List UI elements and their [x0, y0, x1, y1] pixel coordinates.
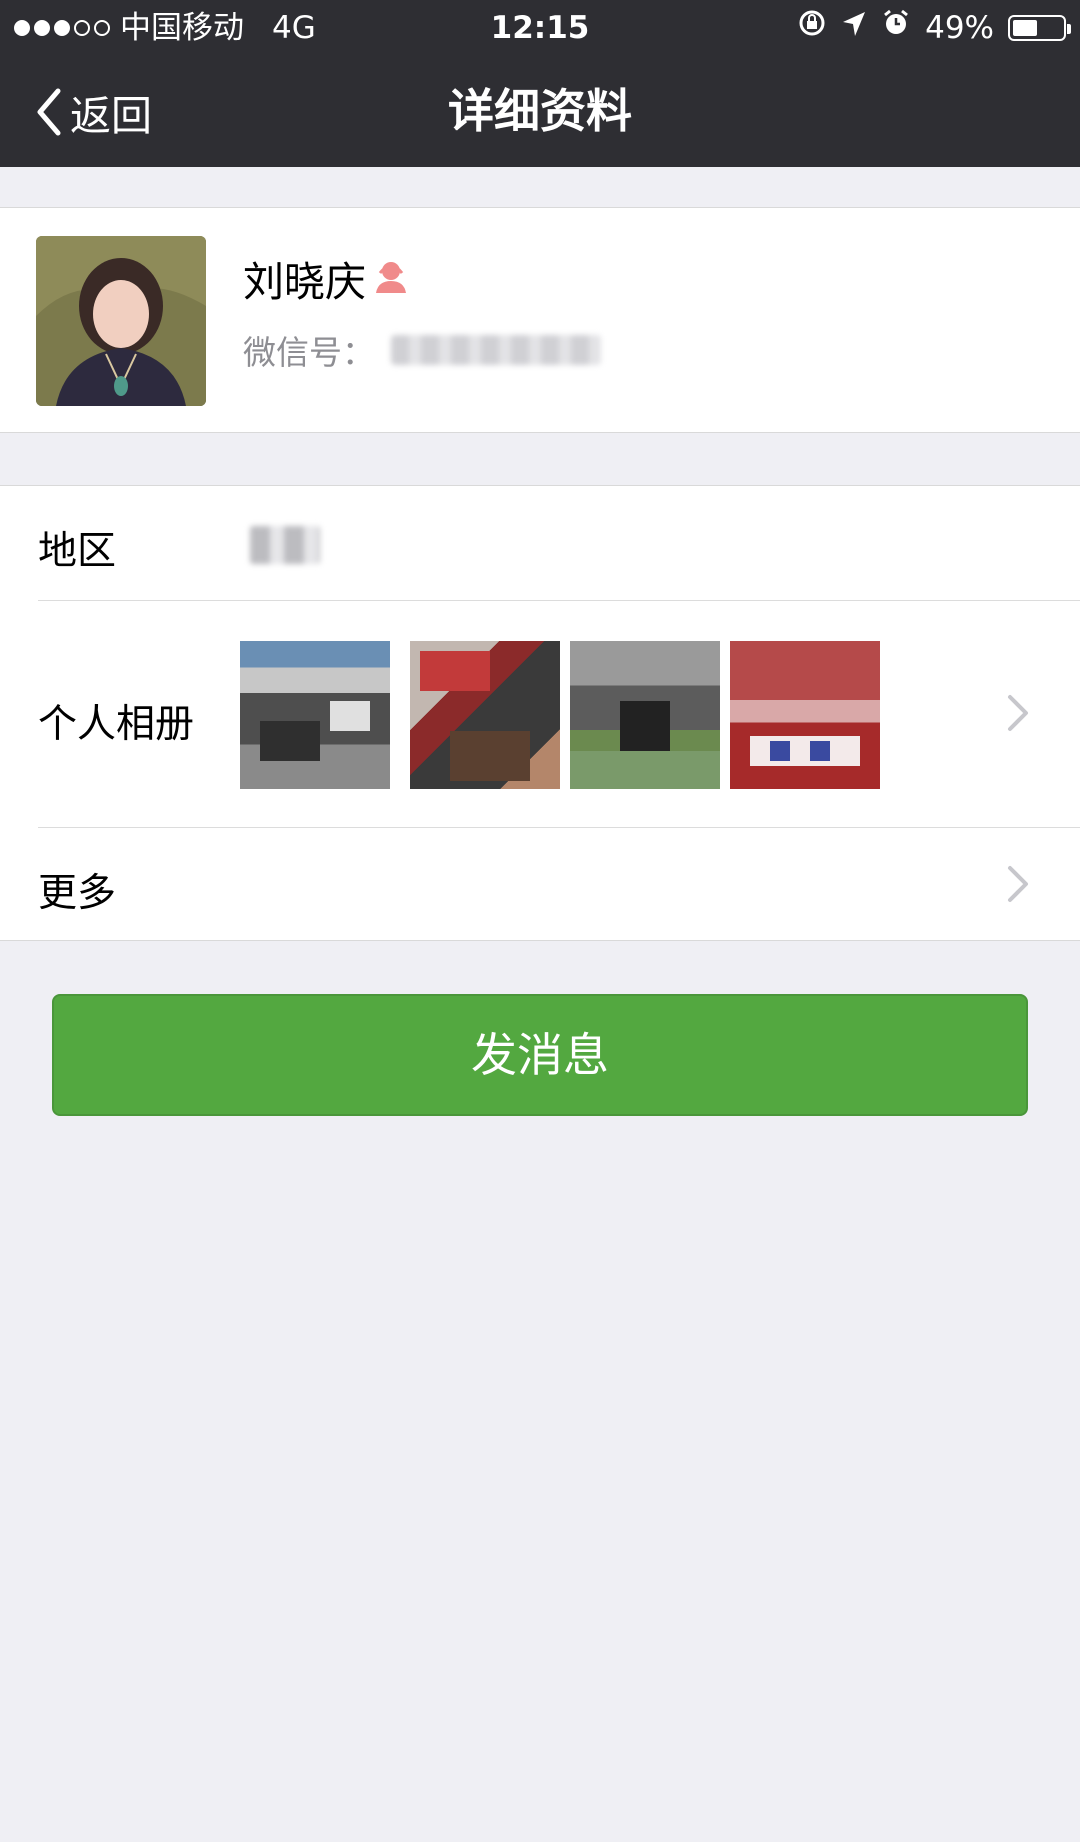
- battery-icon: [1008, 15, 1071, 41]
- region-value-blurred: [250, 526, 320, 564]
- wechat-id-row: 微信号：: [243, 326, 601, 374]
- album-thumbnail: [570, 641, 720, 789]
- chevron-right-icon: [1006, 864, 1030, 908]
- album-row[interactable]: 个人相册: [0, 601, 1080, 828]
- navigation-bar: 返回 详细资料: [0, 56, 1080, 167]
- top-bar: 中国移动 4G 12:15 49% 返回 详细资料: [0, 0, 1080, 167]
- info-group: 地区 个人相册 更多: [0, 485, 1080, 941]
- female-icon: [372, 257, 410, 299]
- album-thumbnail: [240, 641, 390, 789]
- wechat-id-label: 微信号：: [243, 333, 375, 372]
- more-label: 更多: [38, 871, 117, 916]
- rotation-lock-icon: [797, 0, 827, 56]
- region-label: 地区: [38, 529, 117, 574]
- album-label: 个人相册: [38, 702, 195, 747]
- status-bar: 中国移动 4G 12:15 49%: [0, 0, 1080, 56]
- chevron-right-icon: [1006, 693, 1030, 737]
- more-row[interactable]: 更多: [0, 828, 1080, 942]
- battery-percent: 49%: [925, 10, 994, 46]
- profile-name: 刘晓庆: [243, 258, 366, 306]
- alarm-icon: [881, 0, 911, 56]
- album-thumbnail: [410, 641, 560, 789]
- name-row: 刘晓庆: [243, 248, 410, 308]
- wechat-id-value-blurred: [391, 335, 601, 365]
- album-thumbnail: [730, 641, 880, 789]
- region-row: 地区: [0, 486, 1080, 601]
- avatar[interactable]: [36, 236, 206, 406]
- page-title: 详细资料: [448, 84, 632, 138]
- profile-card: 刘晓庆 微信号：: [0, 207, 1080, 433]
- status-right: 49%: [797, 0, 1071, 56]
- location-icon: [841, 0, 867, 56]
- send-message-button[interactable]: 发消息: [52, 994, 1028, 1116]
